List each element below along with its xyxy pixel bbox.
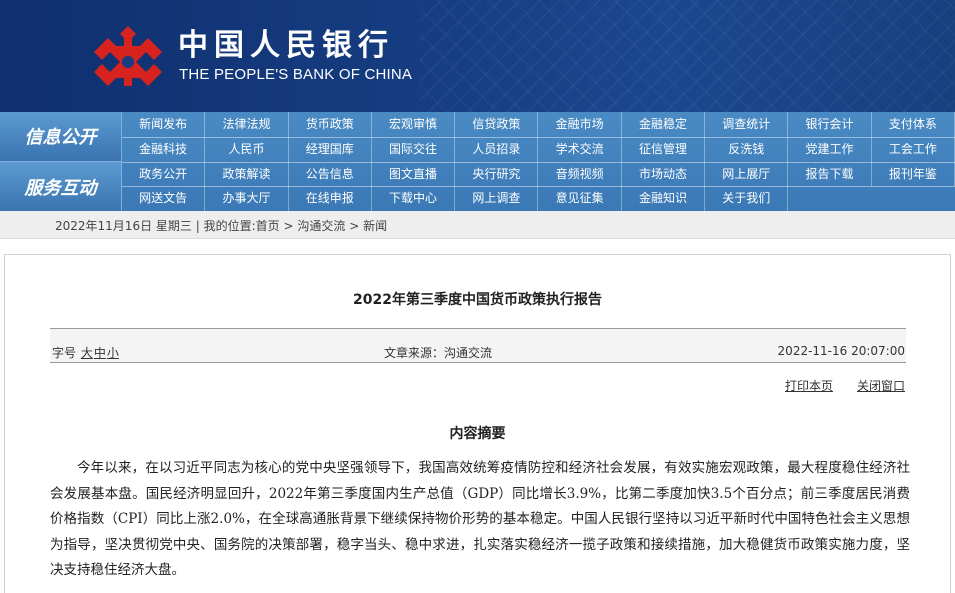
- nav-link[interactable]: 报刊年鉴: [872, 161, 955, 187]
- nav-link[interactable]: 网上展厅: [705, 161, 789, 187]
- close-window-link[interactable]: 关闭窗口: [857, 379, 905, 393]
- article-tools: 打印本页 关闭窗口: [761, 377, 905, 394]
- nav-link[interactable]: 图文直播: [372, 161, 456, 187]
- nav-link[interactable]: 网上调查: [455, 186, 539, 211]
- font-size-small[interactable]: 小: [107, 346, 119, 360]
- nav-link[interactable]: 工会工作: [872, 136, 955, 162]
- nav-group-service-interaction[interactable]: 服务互动: [0, 162, 122, 212]
- nav-link[interactable]: 报告下载: [788, 161, 872, 187]
- nav-link[interactable]: 征信管理: [622, 136, 706, 162]
- nav-link[interactable]: 政策解读: [205, 161, 289, 187]
- nav-group-info-disclosure[interactable]: 信息公开: [0, 112, 122, 162]
- article-source: 文章来源：沟通交流: [384, 346, 493, 360]
- nav-link[interactable]: 党建工作: [788, 136, 872, 162]
- font-size-medium[interactable]: 中: [94, 346, 106, 360]
- banner-pattern: [420, 0, 955, 112]
- breadcrumb-prefix: 我的位置:: [203, 219, 256, 233]
- nav-link[interactable]: 调查统计: [705, 112, 789, 137]
- nav-link[interactable]: 经理国库: [289, 136, 372, 162]
- nav-link[interactable]: 信贷政策: [455, 112, 539, 137]
- nav-link[interactable]: 新闻发布: [122, 112, 206, 137]
- nav-link[interactable]: 学术交流: [539, 136, 622, 162]
- nav-link[interactable]: 公告信息: [289, 161, 372, 187]
- breadcrumb-arrow: >: [349, 219, 360, 233]
- nav-link[interactable]: 政务公开: [122, 161, 206, 187]
- breadcrumb-home-link[interactable]: 首页: [256, 219, 280, 233]
- nav-link[interactable]: 人员招录: [455, 136, 539, 162]
- breadcrumb-arrow: >: [283, 219, 294, 233]
- nav-link[interactable]: 法律法规: [205, 112, 289, 137]
- breadcrumb: 2022年11月16日 星期三 | 我的位置:首页 > 沟通交流 > 新闻: [55, 217, 387, 234]
- nav-link[interactable]: 意见征集: [539, 186, 622, 211]
- main-navigation: 信息公开 服务互动 新闻发布 法律法规 货币政策 宏观审慎 信贷政策 金融市场 金融稳定 调查…: [0, 112, 955, 212]
- nav-link[interactable]: 银行会计: [788, 112, 872, 137]
- font-size-large[interactable]: 大: [81, 346, 93, 360]
- font-size-label: 字号: [52, 346, 77, 360]
- nav-link[interactable]: 支付体系: [872, 112, 955, 137]
- nav-link[interactable]: 音频视频: [539, 161, 622, 187]
- nav-link[interactable]: 货币政策: [289, 112, 372, 137]
- pboc-emblem-icon[interactable]: [92, 24, 164, 90]
- nav-link[interactable]: 在线申报: [289, 186, 372, 211]
- nav-link[interactable]: 金融市场: [539, 112, 622, 137]
- header-banner: 中国人民银行 THE PEOPLE'S BANK OF CHINA: [0, 0, 955, 112]
- article-datetime: 2022-11-16 20:07:00: [777, 344, 905, 358]
- nav-link[interactable]: 办事大厅: [205, 186, 289, 211]
- nav-links-grid: 新闻发布 法律法规 货币政策 宏观审慎 信贷政策 金融市场 金融稳定 调查统计 银行会计 支付体系…: [122, 112, 955, 211]
- nav-link[interactable]: 反洗钱: [705, 136, 789, 162]
- print-page-link[interactable]: 打印本页: [785, 379, 833, 393]
- nav-link[interactable]: 市场动态: [622, 161, 706, 187]
- nav-link[interactable]: 关于我们: [705, 186, 789, 211]
- breadcrumb-news-link[interactable]: 新闻: [363, 219, 387, 233]
- nav-link[interactable]: 金融科技: [122, 136, 206, 162]
- nav-link[interactable]: 央行研究: [455, 161, 539, 187]
- article-title: 2022年第三季度中国货币政策执行报告: [353, 292, 602, 308]
- nav-link[interactable]: 金融知识: [622, 186, 706, 211]
- logo-chinese-name: 中国人民银行: [178, 28, 394, 63]
- logo-english-name: THE PEOPLE'S BANK OF CHINA: [179, 66, 413, 83]
- nav-link[interactable]: 网送文告: [122, 186, 206, 211]
- nav-link[interactable]: 下载中心: [372, 186, 456, 211]
- section-heading: 内容摘要: [449, 426, 506, 442]
- breadcrumb-communication-link[interactable]: 沟通交流: [297, 219, 345, 233]
- font-size-selector: 字号 大中小: [52, 344, 119, 361]
- breadcrumb-bar: 2022年11月16日 星期三 | 我的位置:首页 > 沟通交流 > 新闻: [0, 211, 955, 239]
- nav-link[interactable]: 人民币: [205, 136, 289, 162]
- nav-link[interactable]: 金融稳定: [622, 112, 706, 137]
- meta-top-divider: [50, 328, 906, 329]
- article-paragraph: 今年以来，在以习近平同志为核心的党中央坚强领导下，我国高效统筹疫情防控和经济社会…: [50, 460, 910, 578]
- meta-bottom-divider: [50, 362, 906, 363]
- nav-link[interactable]: 宏观审慎: [372, 112, 456, 137]
- nav-link[interactable]: 国际交往: [372, 136, 456, 162]
- breadcrumb-separator: |: [195, 219, 200, 233]
- current-date: 2022年11月16日 星期三: [55, 219, 192, 233]
